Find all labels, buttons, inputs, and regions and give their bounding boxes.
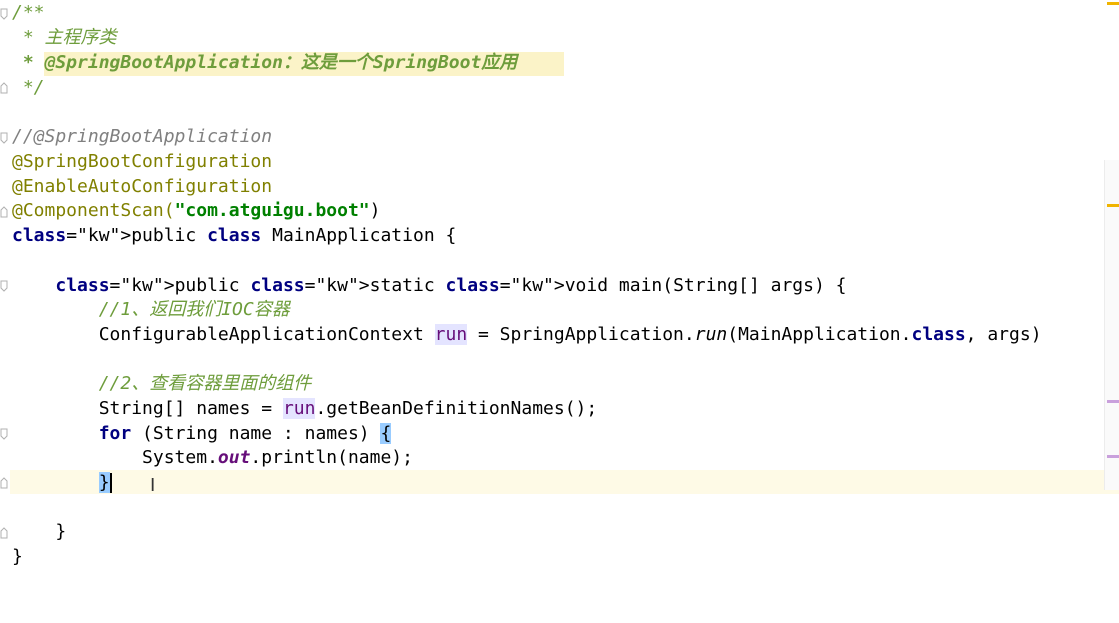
fold-marker-icon[interactable] [0,428,8,440]
annotation: @SpringBootConfiguration [12,151,273,172]
editor-gutter [0,0,10,623]
code-line[interactable]: @EnableAutoConfiguration [12,175,272,200]
closing-brace: } [12,546,23,567]
code-line[interactable]: ConfigurableApplicationContext run = Spr… [12,323,1042,348]
caret-line-highlight [0,470,1119,494]
class-declaration: class="kw">public class MainApplication … [12,225,457,246]
code-editor[interactable]: /** * 主程序类 * @SpringBootApplication：这是一个… [0,0,1119,623]
line-comment: //1、返回我们IOC容器 [12,299,290,320]
annotation: @EnableAutoConfiguration [12,176,273,197]
statement: String[] names = run.getBeanDefinitionNa… [12,398,598,419]
fold-marker-icon[interactable] [0,132,8,144]
usage-marker[interactable] [1107,400,1119,403]
code-line[interactable]: String[] names = run.getBeanDefinitionNa… [12,397,597,422]
code-line[interactable]: } [12,520,66,545]
code-line[interactable]: //1、返回我们IOC容器 [12,298,290,323]
line-comment: //2、查看容器里面的组件 [12,373,312,394]
code-line[interactable]: */ [12,76,45,101]
code-line[interactable]: } [12,545,23,570]
fold-marker-icon[interactable] [0,280,8,292]
doc-comment-close: */ [12,77,45,98]
method-declaration: class="kw">public class="kw">static clas… [55,275,847,296]
doc-comment-open: /** [12,2,45,23]
doc-comment-annotation: * @SpringBootApplication：这是一个SpringBoot应… [12,52,518,73]
statement: System.out.println(name); [12,447,413,468]
warning-marker[interactable] [1107,2,1119,5]
fold-marker-icon[interactable] [0,8,8,20]
i-beam-cursor-icon: I [150,475,156,496]
code-line[interactable]: for (String name : names) { [12,422,392,447]
commented-annotation: //@SpringBootApplication [12,126,273,147]
code-line[interactable]: System.out.println(name); [12,446,413,471]
for-statement: for (String name : names) { [98,423,392,444]
fold-marker-icon[interactable] [0,527,8,539]
closing-brace: } [98,472,112,493]
fold-marker-icon[interactable] [0,206,8,218]
code-line[interactable]: class="kw">public class MainApplication … [12,224,456,249]
code-line[interactable]: class="kw">public class="kw">static clas… [12,274,846,299]
warning-marker[interactable] [1107,204,1119,207]
code-line[interactable]: * @SpringBootApplication：这是一个SpringBoot应… [12,51,517,76]
vertical-scrollbar[interactable] [1104,160,1119,490]
doc-comment-text: * 主程序类 [12,27,117,48]
usage-marker[interactable] [1107,455,1119,458]
code-line[interactable]: //2、查看容器里面的组件 [12,372,312,397]
fold-marker-icon[interactable] [0,477,8,489]
code-line-current[interactable]: } [12,471,112,496]
code-line[interactable]: //@SpringBootApplication [12,125,272,150]
statement: ConfigurableApplicationContext run = Spr… [12,324,1042,345]
annotation-component-scan: @ComponentScan("com.atguigu.boot") [12,200,381,221]
code-line[interactable]: @ComponentScan("com.atguigu.boot") [12,199,380,224]
code-line[interactable]: * 主程序类 [12,26,117,51]
code-line[interactable]: /** [12,1,45,26]
fold-marker-icon[interactable] [0,82,8,94]
closing-brace: } [12,521,67,542]
code-line[interactable]: @SpringBootConfiguration [12,150,272,175]
